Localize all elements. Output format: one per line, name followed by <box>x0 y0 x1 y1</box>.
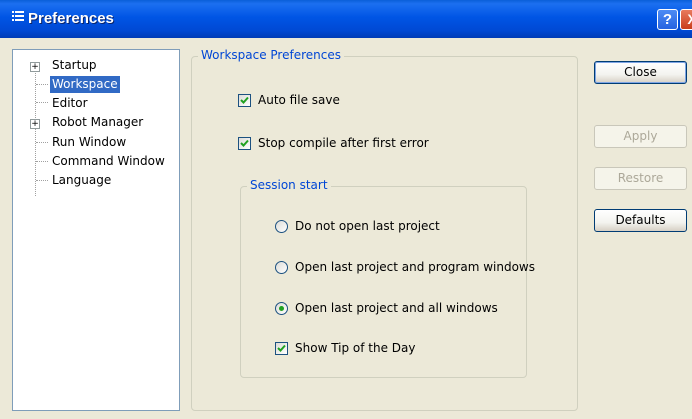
workspace-preferences-legend: Workspace Preferences <box>198 48 344 62</box>
radio-selected-dot <box>279 306 284 311</box>
checkmark-icon <box>240 139 249 147</box>
apply-button[interactable]: Apply <box>594 125 687 148</box>
tree-item-workspace[interactable]: Workspace <box>13 76 179 94</box>
close-button[interactable]: Close <box>594 61 687 84</box>
help-button[interactable]: ? <box>657 9 678 30</box>
tree-item-command-window[interactable]: Command Window <box>13 153 179 171</box>
radio-label: Do not open last project <box>295 219 440 233</box>
defaults-button[interactable]: Defaults <box>594 209 687 232</box>
title-bar[interactable]: Preferences ? X <box>0 0 692 38</box>
checkbox-box[interactable] <box>275 342 288 355</box>
tree-item-editor[interactable]: Editor <box>13 95 179 113</box>
radio-label: Open last project and program windows <box>295 260 535 274</box>
stop-compile-label: Stop compile after first error <box>258 136 429 150</box>
window-close-button[interactable]: X <box>680 9 692 30</box>
tree-item-label: Language <box>52 173 112 187</box>
radio-button[interactable] <box>275 302 288 315</box>
checkmark-icon <box>277 344 286 352</box>
auto-save-label: Auto file save <box>258 93 340 107</box>
tree-item-label: Robot Manager <box>52 115 144 129</box>
preferences-tree[interactable]: + Startup Workspace Editor + Robot Manag… <box>12 49 180 411</box>
preferences-icon <box>12 11 24 21</box>
radio-button[interactable] <box>275 261 288 274</box>
expand-icon[interactable]: + <box>30 62 40 72</box>
tree-item-label: Run Window <box>52 135 127 149</box>
expand-icon[interactable]: + <box>30 119 40 129</box>
tree-item-label: Startup <box>52 58 97 72</box>
radio-label: Open last project and all windows <box>295 301 498 315</box>
tree-item-label: Command Window <box>52 154 165 168</box>
tree-item-startup[interactable]: + Startup <box>13 57 179 75</box>
show-tip-label: Show Tip of the Day <box>295 341 416 355</box>
tree-item-label: Editor <box>52 96 88 110</box>
tree-item-run-window[interactable]: Run Window <box>13 134 179 152</box>
tree-item-language[interactable]: Language <box>13 172 179 190</box>
window-title: Preferences <box>28 10 114 27</box>
restore-button[interactable]: Restore <box>594 167 687 190</box>
tree-item-robot-manager[interactable]: + Robot Manager <box>13 114 179 132</box>
checkbox-box[interactable] <box>238 94 251 107</box>
checkbox-box[interactable] <box>238 137 251 150</box>
checkmark-icon <box>240 96 249 104</box>
preferences-dialog: Preferences ? X + Startup Workspace Edit… <box>0 0 692 419</box>
session-start-legend: Session start <box>247 178 331 192</box>
tree-item-label: Workspace <box>50 76 120 93</box>
radio-button[interactable] <box>275 220 288 233</box>
